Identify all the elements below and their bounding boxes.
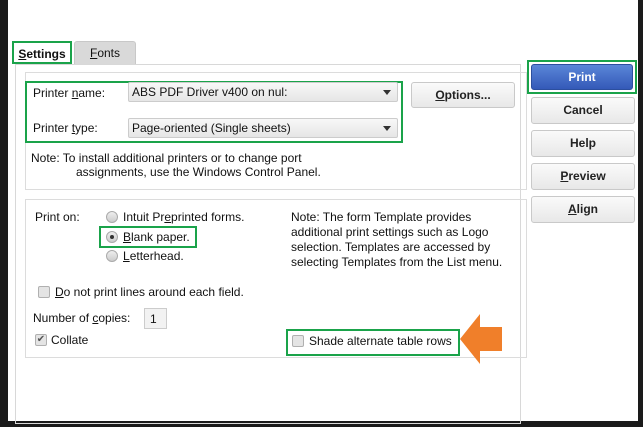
align-button[interactable]: Align xyxy=(531,196,635,223)
printer-type-select[interactable]: Page-oriented (Single sheets) xyxy=(128,118,398,138)
print-options-group: Print on: Intuit Preprinted forms. Blank… xyxy=(25,199,527,358)
collate-label[interactable]: Collate xyxy=(51,333,88,347)
settings-panel: Printer name: ABS PDF Driver v400 on nul… xyxy=(15,64,527,424)
shade-rows-label[interactable]: Shade alternate table rows xyxy=(309,334,452,348)
print-dialog: Settings Fonts Printer name: ABS PDF Dri… xyxy=(8,0,638,424)
radio-letterhead[interactable] xyxy=(106,250,118,262)
arrow-left-icon xyxy=(460,314,502,364)
printer-group: Printer name: ABS PDF Driver v400 on nul… xyxy=(25,72,527,190)
print-button[interactable]: Print xyxy=(531,64,633,90)
radio-blank-paper[interactable] xyxy=(106,231,118,243)
options-button[interactable]: Options... xyxy=(411,82,515,108)
printer-type-label: Printer type: xyxy=(33,121,98,135)
printer-note-line2: assignments, use the Windows Control Pan… xyxy=(76,165,321,179)
printer-name-select[interactable]: ABS PDF Driver v400 on nul: xyxy=(128,82,398,102)
copies-input[interactable]: 1 xyxy=(144,308,167,329)
printer-name-label: Printer name: xyxy=(33,86,106,100)
radio-preprinted[interactable] xyxy=(106,211,118,223)
collate-checkbox[interactable]: ✔ xyxy=(35,334,47,346)
printer-note-line1: Note: To install additional printers or … xyxy=(31,151,302,165)
radio-letterhead-label[interactable]: Letterhead. xyxy=(123,249,184,263)
tab-settings[interactable]: Settings xyxy=(12,41,72,64)
help-button[interactable]: Help xyxy=(531,130,635,157)
copies-label: Number of copies: xyxy=(33,311,131,325)
radio-blank-paper-label[interactable]: Blank paper. xyxy=(123,230,190,244)
preview-button[interactable]: Preview xyxy=(531,163,635,190)
no-lines-label[interactable]: Do not print lines around each field. xyxy=(55,285,244,299)
chevron-down-icon xyxy=(383,90,391,95)
no-lines-checkbox[interactable] xyxy=(38,286,50,298)
template-note: Note: The form Template provides addition… xyxy=(291,210,503,269)
cancel-button[interactable]: Cancel xyxy=(531,97,635,124)
radio-preprinted-label[interactable]: Intuit Preprinted forms. xyxy=(123,210,244,224)
shade-rows-checkbox[interactable] xyxy=(292,335,304,347)
tab-fonts[interactable]: Fonts xyxy=(74,41,136,64)
print-on-label: Print on: xyxy=(35,210,80,224)
chevron-down-icon xyxy=(383,126,391,131)
